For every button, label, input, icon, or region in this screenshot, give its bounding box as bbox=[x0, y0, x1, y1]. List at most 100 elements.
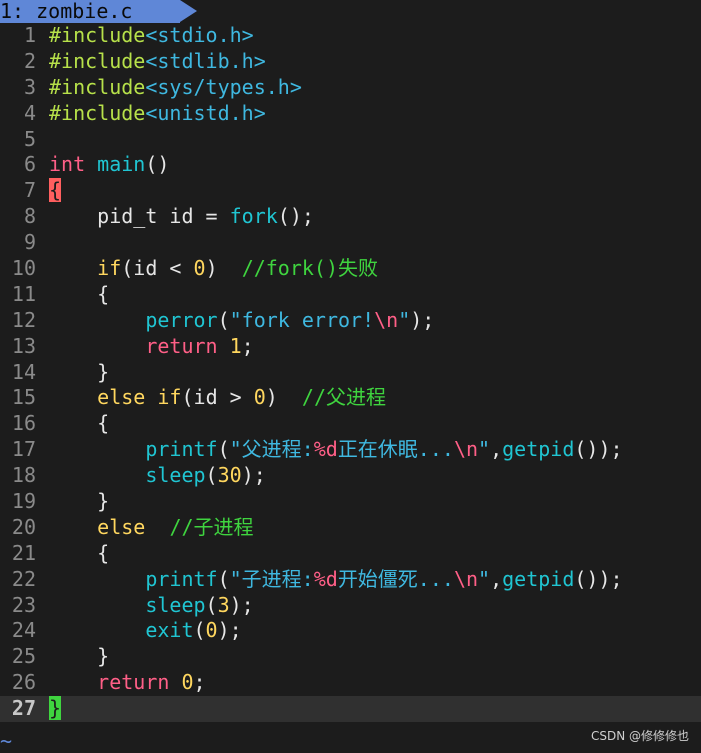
code-token: exit bbox=[145, 618, 194, 643]
line-text: } bbox=[49, 644, 109, 670]
line-text: } bbox=[49, 696, 62, 722]
code-token: 0 bbox=[193, 256, 206, 281]
code-line[interactable]: 7{ bbox=[0, 178, 701, 204]
code-token: 3 bbox=[217, 592, 230, 617]
code-line[interactable]: 15 else if(id > 0) //父进程 bbox=[0, 385, 701, 411]
code-token: else bbox=[97, 514, 146, 539]
code-line[interactable]: 1 #include<stdio.h> bbox=[0, 23, 701, 49]
line-number: 4 bbox=[23, 100, 36, 125]
code-token: ); bbox=[229, 592, 254, 617]
code-token: 0 bbox=[253, 385, 266, 410]
line-number: 27 bbox=[11, 696, 36, 721]
line-number: 22 bbox=[11, 566, 36, 591]
code-line[interactable]: 12 perror("fork error!\n"); bbox=[0, 308, 701, 334]
tabline: 1: zombie.c bbox=[0, 0, 701, 23]
code-token: { bbox=[49, 540, 110, 565]
code-line[interactable]: 3 #include<sys/types.h> bbox=[0, 75, 701, 101]
code-line[interactable]: 16 { bbox=[0, 411, 701, 437]
code-line[interactable]: 2 #include<stdlib.h> bbox=[0, 49, 701, 75]
code-token: ); bbox=[241, 463, 266, 488]
line-text: sleep(3); bbox=[49, 592, 254, 619]
code-token: <unistd.h> bbox=[145, 100, 266, 125]
line-text: { bbox=[49, 178, 62, 204]
code-line[interactable]: 21 { bbox=[0, 541, 701, 567]
line-text: { bbox=[49, 411, 109, 437]
code-line[interactable]: 4 #include<unistd.h> bbox=[0, 101, 701, 127]
code-line[interactable]: 27} bbox=[0, 696, 701, 723]
line-text: #include<unistd.h> bbox=[49, 101, 266, 127]
code-token: { bbox=[49, 411, 110, 436]
code-token: 开始僵死... bbox=[337, 566, 454, 591]
code-line[interactable]: 14 } bbox=[0, 360, 701, 386]
code-token: (id < bbox=[121, 256, 194, 281]
code-token: } bbox=[49, 644, 110, 669]
code-token: "父进程: bbox=[229, 437, 314, 462]
code-token: <stdlib.h> bbox=[145, 48, 266, 73]
code-line[interactable]: 5 bbox=[0, 127, 701, 153]
code-token: #include bbox=[49, 48, 146, 73]
code-token: #include bbox=[49, 74, 146, 99]
code-line[interactable]: 26 return 0; bbox=[0, 670, 701, 696]
code-line[interactable]: 22 printf("子进程:%d开始僵死...\n",getpid()); bbox=[0, 567, 701, 593]
code-token: ( bbox=[217, 566, 230, 591]
line-text: #include<stdio.h> bbox=[49, 23, 254, 49]
code-line[interactable]: 18 sleep(30); bbox=[0, 463, 701, 489]
code-line[interactable]: 6 int main() bbox=[0, 152, 701, 178]
line-number: 13 bbox=[11, 333, 36, 358]
code-token: , bbox=[490, 437, 503, 462]
code-line[interactable]: 19 } bbox=[0, 489, 701, 515]
code-line[interactable]: 9 bbox=[0, 230, 701, 256]
code-line[interactable]: 25 } bbox=[0, 644, 701, 670]
code-line[interactable]: 24 exit(0); bbox=[0, 618, 701, 644]
code-token: } bbox=[49, 489, 110, 514]
line-number: 19 bbox=[11, 489, 36, 514]
code-token: " bbox=[478, 566, 491, 591]
code-token: else bbox=[97, 385, 146, 410]
tab-zombie-c[interactable]: 1: zombie.c bbox=[0, 0, 180, 23]
code-line[interactable]: 20 else //子进程 bbox=[0, 515, 701, 541]
code-line[interactable]: 13 return 1; bbox=[0, 334, 701, 360]
code-token: int bbox=[49, 152, 86, 177]
code-token: } bbox=[49, 359, 110, 384]
code-line[interactable]: 10 if(id < 0) //fork()失败 bbox=[0, 256, 701, 282]
code-editor[interactable]: 1 #include<stdio.h> 2 #include<stdlib.h> 3 #i… bbox=[0, 23, 701, 723]
code-line[interactable]: 17 printf("父进程:%d正在休眠...\n",getpid()); bbox=[0, 437, 701, 463]
code-token: return bbox=[145, 333, 218, 358]
line-number: 14 bbox=[11, 359, 36, 384]
line-text: { bbox=[49, 282, 109, 308]
line-number: 7 bbox=[23, 178, 36, 203]
code-line[interactable]: 8 pid_t id = fork(); bbox=[0, 204, 701, 230]
watermark: CSDN @修修修也 bbox=[590, 729, 689, 743]
code-token: (id > bbox=[181, 385, 254, 410]
line-number: 11 bbox=[11, 281, 36, 306]
code-token: " bbox=[398, 307, 411, 332]
line-number: 3 bbox=[23, 74, 36, 99]
code-token: pid_t id = bbox=[49, 204, 230, 229]
code-token: 正在休眠... bbox=[337, 437, 454, 462]
code-token: (); bbox=[277, 204, 314, 229]
code-token: fork bbox=[229, 204, 278, 229]
code-token: \n bbox=[374, 307, 399, 332]
code-token: , bbox=[490, 566, 503, 591]
line-text: { bbox=[49, 541, 109, 567]
line-number: 24 bbox=[11, 618, 36, 643]
code-token: { bbox=[49, 178, 62, 203]
line-number: 17 bbox=[11, 437, 36, 462]
line-text: printf("子进程:%d开始僵死...\n",getpid()); bbox=[49, 566, 622, 593]
code-token: \n bbox=[453, 566, 479, 591]
code-token: sleep bbox=[145, 592, 206, 617]
code-line[interactable]: 11 { bbox=[0, 282, 701, 308]
code-token: //父进程 bbox=[301, 385, 386, 410]
code-token: ( bbox=[217, 437, 230, 462]
code-line[interactable]: 23 sleep(3); bbox=[0, 593, 701, 619]
line-text: sleep(30); bbox=[49, 463, 266, 489]
line-text: else //子进程 bbox=[49, 514, 253, 541]
line-number: 5 bbox=[23, 126, 36, 151]
